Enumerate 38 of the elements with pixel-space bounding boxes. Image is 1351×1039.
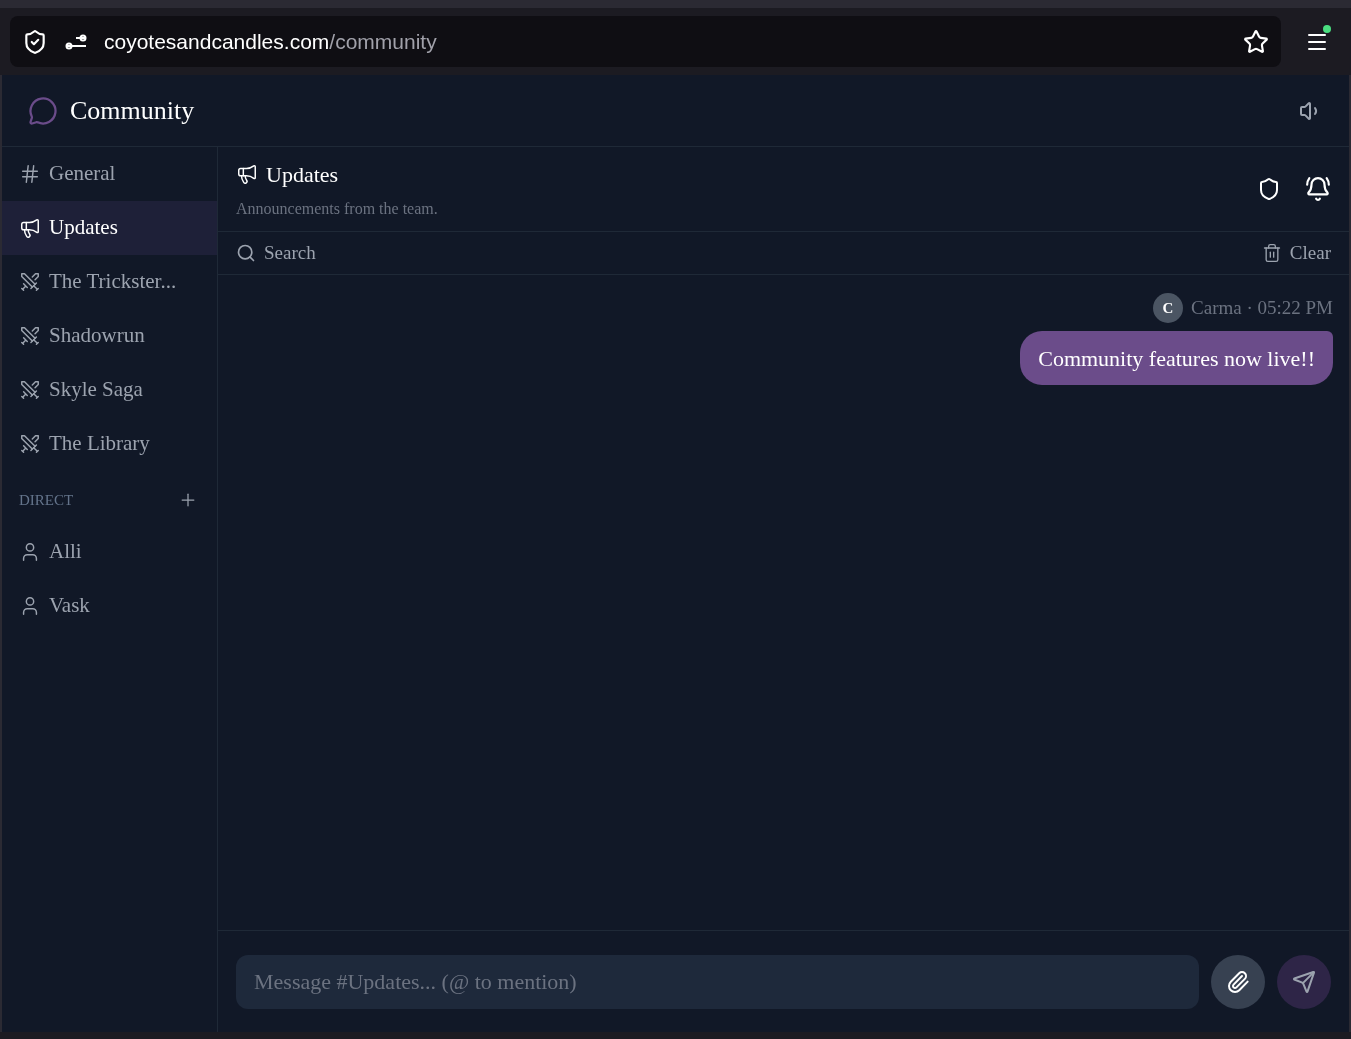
send-icon: [1292, 969, 1316, 994]
sidebar-item[interactable]: General: [2, 147, 217, 201]
swords-icon: [19, 379, 41, 401]
message-bubble: Community features now live!!: [1020, 331, 1333, 385]
section-heading: DIRECT: [19, 490, 74, 510]
swords-icon: [19, 433, 41, 455]
avatar: C: [1153, 293, 1184, 323]
search-field[interactable]: Search: [236, 238, 1262, 268]
app-title: Community: [70, 95, 196, 127]
send-button[interactable]: [1277, 954, 1331, 1009]
swords-icon: [19, 271, 41, 293]
shield-icon[interactable]: [22, 28, 48, 55]
bell-icon[interactable]: [1305, 176, 1331, 202]
sidebar-item[interactable]: The Trickster...: [2, 255, 217, 309]
channel-title: Updates: [266, 160, 339, 189]
address-bar[interactable]: coyotesandcandles.com/community: [10, 16, 1281, 67]
clear-button[interactable]: Clear: [1261, 238, 1331, 268]
sidebar-item[interactable]: Alli: [2, 525, 217, 579]
url-text: coyotesandcandles.com/community: [104, 28, 438, 55]
star-icon[interactable]: [1243, 28, 1269, 55]
search-icon: [236, 243, 256, 263]
sidebar-item[interactable]: The Library: [2, 417, 217, 471]
paperclip-icon: [1226, 969, 1250, 994]
chat-bubble-icon: [28, 95, 58, 126]
hash-icon: [19, 163, 41, 185]
attach-button[interactable]: [1211, 954, 1265, 1009]
sliders-icon[interactable]: [64, 33, 88, 50]
sidebar-item[interactable]: Vask: [2, 579, 217, 633]
swords-icon: [19, 325, 41, 347]
megaphone-icon: [19, 217, 41, 239]
message-meta: Carma · 05:22 PM: [1191, 295, 1333, 320]
sidebar-item[interactable]: Shadowrun: [2, 309, 217, 363]
sidebar-item[interactable]: Updates: [2, 201, 217, 255]
sidebar-item[interactable]: Skyle Saga: [2, 363, 217, 417]
megaphone-icon: [236, 163, 258, 185]
shield-icon[interactable]: [1257, 177, 1281, 201]
channel-description: Announcements from the team.: [236, 198, 439, 219]
trash-icon: [1261, 243, 1282, 263]
